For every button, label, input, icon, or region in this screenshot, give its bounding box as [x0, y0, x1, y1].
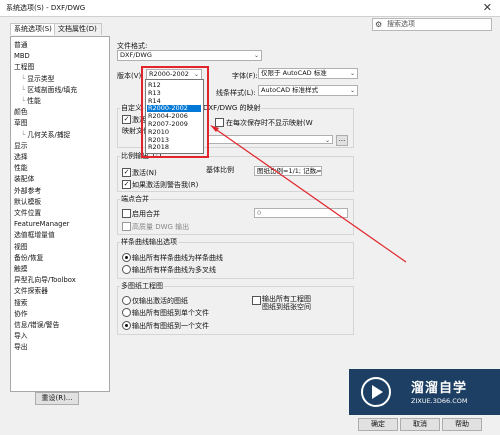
watermark-text: 溜溜自学	[411, 381, 468, 396]
play-logo-icon	[361, 377, 391, 407]
watermark-logo	[349, 369, 404, 415]
ok-button[interactable]: 确定	[358, 418, 398, 431]
watermark-url: ZIXUE.3D66.COM	[411, 397, 468, 405]
help-button[interactable]: 帮助	[442, 418, 482, 431]
cancel-button[interactable]: 取消	[400, 418, 440, 431]
